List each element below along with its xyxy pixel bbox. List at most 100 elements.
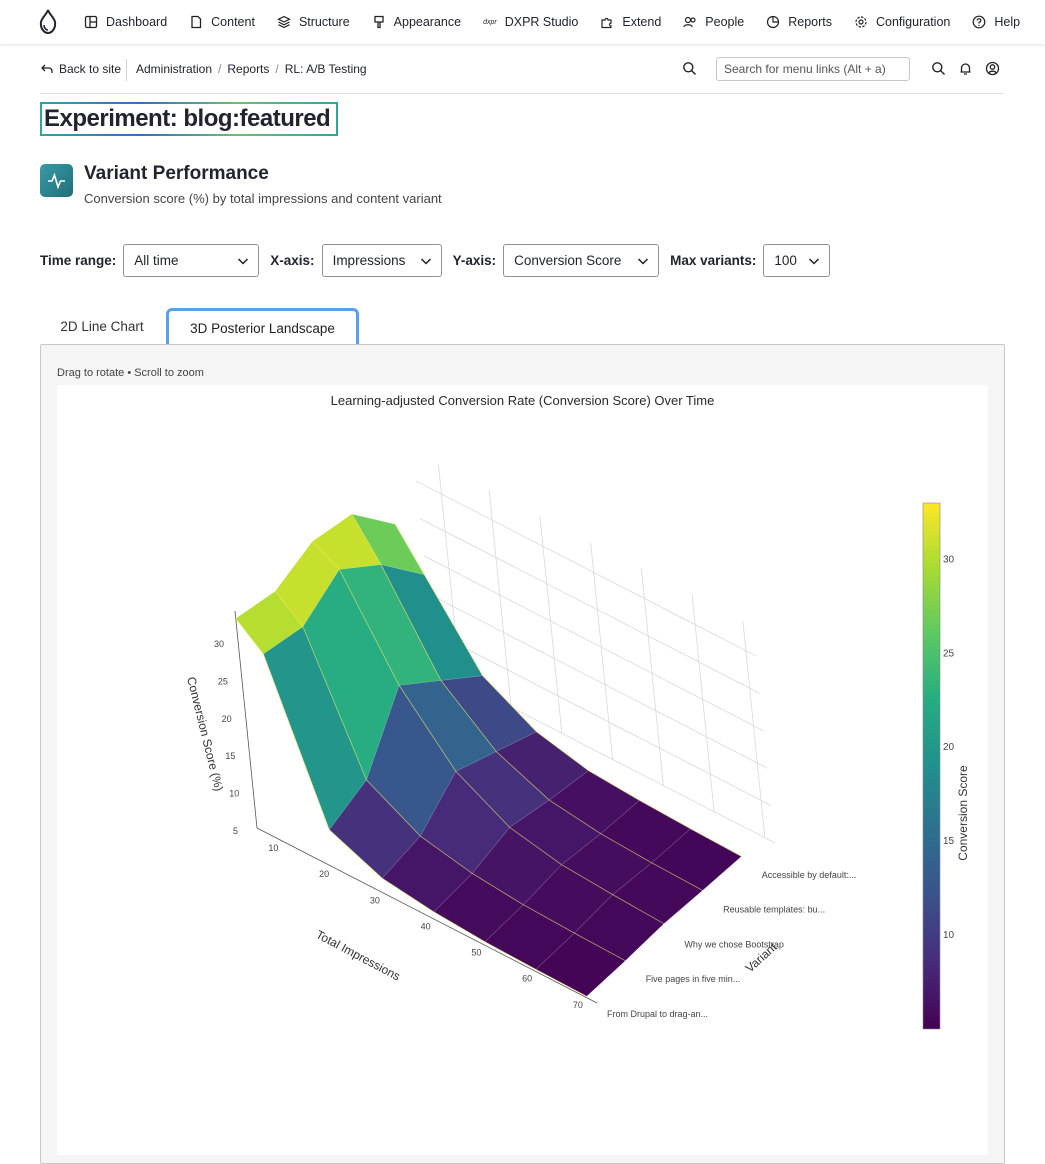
nav-reports[interactable]: Reports xyxy=(766,15,832,29)
breadcrumb-separator: / xyxy=(275,62,279,76)
back-to-site-link[interactable]: Back to site xyxy=(40,62,121,76)
x-axis-label: X-axis: xyxy=(270,253,315,268)
main-nav: Dashboard Content Structure Appearance d… xyxy=(84,0,1042,44)
section-subtitle: Conversion score (%) by total impression… xyxy=(84,191,442,206)
z-tick-label: 20 xyxy=(222,714,232,724)
x-tick-label: 40 xyxy=(421,921,431,931)
menu-search-input[interactable] xyxy=(716,57,910,81)
nav-structure[interactable]: Structure xyxy=(277,15,350,29)
z-tick-label: 10 xyxy=(229,789,239,799)
people-icon xyxy=(683,16,696,28)
page-title-box: Experiment: blog:featured xyxy=(40,102,339,136)
breadcrumb-administration[interactable]: Administration xyxy=(136,62,212,76)
colorbar: 10 15 20 25 30 Conversion Score xyxy=(922,502,970,1030)
back-arrow-icon xyxy=(41,64,53,73)
secondary-toolbar: Back to site Administration / Reports / … xyxy=(40,57,1004,94)
nav-appearance[interactable]: Appearance xyxy=(372,15,461,29)
x-axis-value: Impressions xyxy=(332,253,406,268)
grid-line xyxy=(415,480,757,657)
time-range-value: All time xyxy=(134,253,179,268)
x-tick-label: 60 xyxy=(522,974,532,984)
extend-icon xyxy=(601,17,612,29)
colorbar-tick-label: 20 xyxy=(943,742,955,753)
structure-icon xyxy=(277,15,291,29)
nav-label: Extend xyxy=(622,15,662,29)
variant-tick-label: Reusable templates: bu... xyxy=(723,905,825,915)
breadcrumb-reports[interactable]: Reports xyxy=(227,62,269,76)
colorbar-tick-label: 10 xyxy=(943,930,955,941)
x-tick-label: 10 xyxy=(268,843,278,853)
admin-toolbar: Dashboard Content Structure Appearance d… xyxy=(0,0,1045,44)
variant-tick-label: Five pages in five min... xyxy=(646,974,741,984)
nav-label: People xyxy=(705,15,745,29)
surface-mesh xyxy=(235,513,742,997)
search-icon[interactable] xyxy=(682,61,697,76)
x-axis-select[interactable]: Impressions xyxy=(321,244,442,277)
drupal-logo-icon[interactable] xyxy=(36,9,60,35)
nav-dashboard[interactable]: Dashboard xyxy=(84,15,167,29)
y-axis-select[interactable]: Conversion Score xyxy=(503,244,660,277)
variant-tick-label: Accessible by default:... xyxy=(762,870,857,880)
dxpr-icon: dxpr xyxy=(483,18,497,26)
nav-label: Configuration xyxy=(876,15,951,29)
nav-people[interactable]: People xyxy=(683,15,744,29)
x-tick-label: 70 xyxy=(573,1000,583,1010)
nav-label: Help xyxy=(994,15,1021,29)
nav-help[interactable]: Help xyxy=(972,15,1020,29)
z-tick-label: 25 xyxy=(218,676,228,686)
gear-icon xyxy=(855,16,867,28)
nav-label: Content xyxy=(211,15,255,29)
colorbar-title: Conversion Score xyxy=(956,765,970,861)
reports-icon xyxy=(767,15,780,29)
nav-label: Dashboard xyxy=(106,15,168,29)
search-icon[interactable] xyxy=(931,61,946,76)
nav-extend[interactable]: Extend xyxy=(600,15,661,29)
colorbar-gradient xyxy=(922,502,941,1030)
colorbar-tick-label: 30 xyxy=(943,554,955,565)
nav-label: Appearance xyxy=(393,15,462,29)
max-variants-value: 100 xyxy=(774,253,797,268)
y-axis-value: Conversion Score xyxy=(514,253,622,268)
breadcrumb-separator: / xyxy=(218,62,222,76)
nav-label: Structure xyxy=(298,15,350,29)
breadcrumb-current: RL: A/B Testing xyxy=(284,62,367,76)
time-range-select[interactable]: All time xyxy=(123,244,260,277)
user-account-icon[interactable] xyxy=(985,61,1000,76)
max-variants-select[interactable]: 100 xyxy=(763,244,831,277)
filter-bar: Time range: All time X-axis: Impressions… xyxy=(40,244,841,277)
nav-label: DXPR Studio xyxy=(504,15,579,29)
colorbar-tick-label: 25 xyxy=(943,648,955,659)
chevron-down-icon xyxy=(420,257,431,265)
appearance-icon xyxy=(374,15,384,29)
section-title: Variant Performance xyxy=(84,163,269,184)
activity-icon xyxy=(40,164,73,197)
back-label: Back to site xyxy=(59,62,122,76)
dashboard-icon xyxy=(84,15,98,29)
nav-content[interactable]: Content xyxy=(189,15,255,29)
nav-dxpr-studio[interactable]: dxpr DXPR Studio xyxy=(483,15,578,29)
max-variants-label: Max variants: xyxy=(670,253,757,268)
y-axis-label: Y-axis: xyxy=(452,253,497,268)
tab-3d-posterior-landscape[interactable]: 3D Posterior Landscape xyxy=(166,308,359,345)
z-tick-label: 30 xyxy=(214,639,224,649)
bell-icon[interactable] xyxy=(958,61,973,76)
surface-plot[interactable]: 10 20 30 40 50 60 70 5 10 15 20 25 30 From Drupal to … xyxy=(57,385,988,1155)
x-tick-label: 30 xyxy=(370,895,380,905)
divider xyxy=(126,59,127,81)
colorbar-tick-label: 15 xyxy=(943,836,955,847)
breadcrumb: Administration / Reports / RL: A/B Testi… xyxy=(136,62,367,76)
help-icon xyxy=(972,15,986,29)
nav-label: Reports xyxy=(788,15,832,29)
x-tick-label: 20 xyxy=(319,869,329,879)
time-range-label: Time range: xyxy=(40,253,117,268)
chevron-down-icon xyxy=(238,257,249,265)
chevron-down-icon xyxy=(638,257,649,265)
x-axis-title: Total Impressions xyxy=(314,927,403,983)
nav-configuration[interactable]: Configuration xyxy=(854,15,950,29)
plot-area[interactable]: Learning-adjusted Conversion Rate (Conve… xyxy=(57,385,988,1155)
tab-2d-line-chart[interactable]: 2D Line Chart xyxy=(40,308,164,345)
content-icon xyxy=(191,15,202,29)
x-tick-label: 50 xyxy=(471,948,481,958)
chevron-down-icon xyxy=(809,257,820,265)
chart-hint: Drag to rotate • Scroll to zoom xyxy=(57,367,204,379)
